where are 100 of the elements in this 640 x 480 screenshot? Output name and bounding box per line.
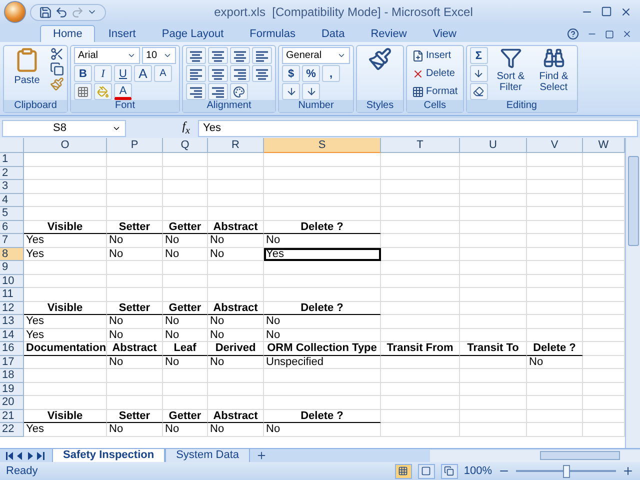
row-header[interactable]: 21	[0, 410, 24, 423]
row-header[interactable]: 16	[0, 342, 24, 356]
column-header[interactable]: W	[583, 138, 625, 153]
align-right-button[interactable]	[230, 65, 250, 82]
ribbon-tab[interactable]: Data	[308, 25, 358, 42]
currency-button[interactable]: $	[282, 65, 300, 82]
cut-icon[interactable]	[50, 47, 64, 61]
indent-button[interactable]	[186, 83, 206, 100]
italic-button[interactable]: I	[94, 65, 112, 82]
clear-button[interactable]	[470, 83, 488, 100]
maximize-icon[interactable]	[601, 6, 612, 17]
number-format-field[interactable]: General	[282, 47, 350, 64]
align-bottom-button[interactable]	[230, 47, 250, 64]
zoom-thumb[interactable]	[563, 464, 570, 478]
view-button[interactable]	[394, 464, 412, 478]
increase-decimal-button[interactable]	[282, 83, 300, 100]
row-header[interactable]: 5	[0, 207, 24, 220]
ribbon-tab[interactable]: Formulas	[236, 25, 308, 42]
row-header[interactable]: 20	[0, 396, 24, 410]
view-button[interactable]	[440, 464, 458, 478]
name-box[interactable]: S8	[2, 120, 126, 136]
sheet-tab[interactable]: System Data	[165, 448, 250, 462]
delete-button[interactable]: Delete	[410, 65, 460, 82]
borders-button[interactable]	[74, 83, 92, 100]
row-header[interactable]: 9	[0, 261, 24, 274]
row-header[interactable]: 19	[0, 382, 24, 396]
row-header[interactable]: 18	[0, 369, 24, 382]
row-header[interactable]: 10	[0, 274, 24, 288]
align-center-button[interactable]	[208, 65, 228, 82]
ribbon-tab[interactable]: Insert	[95, 25, 149, 42]
borders-icon	[77, 86, 89, 98]
fill-button[interactable]	[470, 65, 488, 82]
row-header[interactable]: 14	[0, 328, 24, 342]
row-header[interactable]: 17	[0, 356, 24, 369]
align-middle-button[interactable]	[208, 47, 228, 64]
save-icon[interactable]	[39, 6, 52, 18]
grow-font-button[interactable]: A	[134, 65, 152, 82]
row-header[interactable]: 13	[0, 315, 24, 328]
zoom-in-icon[interactable]	[622, 465, 634, 477]
font-size-field[interactable]: 10	[142, 47, 176, 64]
row-header[interactable]: 1	[0, 153, 24, 166]
view-button[interactable]	[418, 464, 435, 478]
row-header[interactable]: 4	[0, 194, 24, 207]
vertical-scrollbar[interactable]	[625, 138, 640, 448]
sheet-tab[interactable]: Safety Inspection	[52, 448, 166, 462]
wrap-text-button[interactable]	[252, 47, 272, 64]
find-select-button[interactable]: Find & Select	[534, 47, 574, 93]
font-name-field[interactable]: Arial	[74, 47, 140, 64]
ribbon-tab[interactable]: Review	[358, 25, 420, 42]
ribbon-tab[interactable]: View	[420, 25, 470, 42]
horizontal-scrollbar[interactable]	[430, 450, 640, 462]
indent-button[interactable]	[208, 83, 228, 100]
merge-button[interactable]	[252, 65, 272, 82]
function-label[interactable]: f$_{x}$	[130, 119, 194, 137]
row-header[interactable]: 6	[0, 220, 24, 234]
percent-button[interactable]: %	[302, 65, 320, 82]
sort-filter-button[interactable]: Sort & Filter	[490, 47, 531, 93]
row-header[interactable]: 7	[0, 234, 24, 248]
font-color-button[interactable]: A	[114, 83, 132, 100]
autosum-button[interactable]: Σ	[470, 47, 488, 64]
column-header[interactable]: T	[381, 138, 460, 153]
close-icon[interactable]	[622, 29, 632, 39]
row-header[interactable]: 11	[0, 288, 24, 302]
row-header[interactable]: 3	[0, 180, 24, 194]
decrease-decimal-button[interactable]	[302, 83, 320, 100]
office-button[interactable]	[4, 1, 26, 23]
copy-icon[interactable]	[50, 62, 64, 76]
row-header[interactable]: 2	[0, 166, 24, 180]
restore-icon[interactable]	[605, 30, 614, 38]
align-top-button[interactable]	[186, 47, 206, 64]
paste-button[interactable]: Paste	[7, 47, 47, 86]
row-header[interactable]: 12	[0, 302, 24, 315]
fill-color-button[interactable]	[94, 83, 112, 100]
column-header[interactable]: U	[460, 138, 527, 153]
new-sheet-icon[interactable]	[256, 450, 268, 461]
comma-button[interactable]: ,	[322, 65, 340, 82]
bold-button[interactable]: B	[74, 65, 92, 82]
row-header[interactable]: 8	[0, 248, 24, 261]
format-icon	[412, 86, 424, 98]
formula-field[interactable]: Yes	[198, 120, 638, 136]
align-left-button[interactable]	[186, 65, 206, 82]
help-icon[interactable]	[567, 28, 579, 40]
sheet-navigation-icon[interactable]	[6, 452, 46, 460]
shrink-font-button[interactable]: A	[154, 65, 172, 82]
column-header[interactable]: S	[264, 138, 381, 153]
column-header[interactable]: R	[208, 138, 264, 153]
row-header[interactable]: 22	[0, 423, 24, 436]
format-button[interactable]: Format	[410, 83, 460, 100]
underline-button[interactable]: U	[114, 65, 132, 82]
close-icon[interactable]	[620, 6, 632, 18]
undo-icon[interactable]	[55, 6, 68, 18]
column-header[interactable]: P	[107, 138, 163, 153]
ribbon-tab[interactable]: Home	[40, 25, 96, 42]
column-header[interactable]: O	[24, 138, 107, 153]
ribbon-tab[interactable]: Page Layout	[148, 25, 237, 42]
orientation-button[interactable]	[230, 83, 248, 100]
insert-button[interactable]: Insert	[410, 47, 460, 64]
empty-cell	[163, 207, 208, 220]
column-header[interactable]: Q	[163, 138, 208, 153]
column-header[interactable]: V	[527, 138, 583, 153]
